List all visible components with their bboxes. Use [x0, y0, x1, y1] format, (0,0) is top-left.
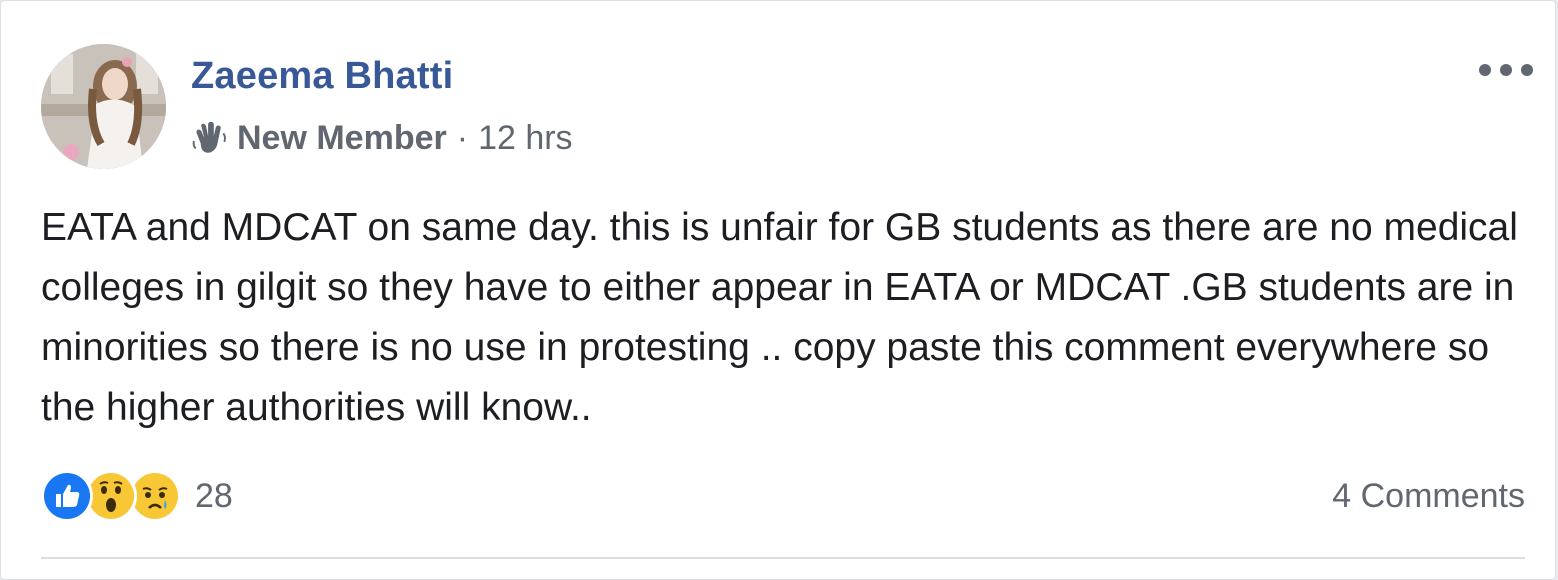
meta-separator: ·: [456, 119, 469, 157]
like-icon: [41, 470, 93, 522]
dot-icon: [1500, 64, 1512, 76]
reaction-count[interactable]: 28: [195, 477, 233, 516]
avatar-image: [41, 44, 166, 169]
action-divider: [41, 557, 1525, 559]
comments-link[interactable]: 4 Comments: [1332, 477, 1525, 516]
more-options-icon[interactable]: [1479, 55, 1533, 85]
author-avatar[interactable]: [41, 44, 166, 169]
post-card: Zaeema Bhatti New Member · 12 hrs EATA a…: [0, 0, 1556, 580]
post-timestamp[interactable]: 12 hrs: [478, 119, 573, 158]
post-body-text: EATA and MDCAT on same day. this is unfa…: [41, 206, 1518, 429]
dot-icon: [1479, 64, 1491, 76]
post-meta: New Member · 12 hrs: [191, 119, 573, 158]
waving-hand-icon: [192, 121, 226, 153]
author-name[interactable]: Zaeema Bhatti: [191, 55, 453, 98]
dot-icon: [1521, 64, 1533, 76]
member-badge[interactable]: New Member: [237, 119, 447, 158]
reaction-summary[interactable]: 28: [41, 470, 233, 522]
